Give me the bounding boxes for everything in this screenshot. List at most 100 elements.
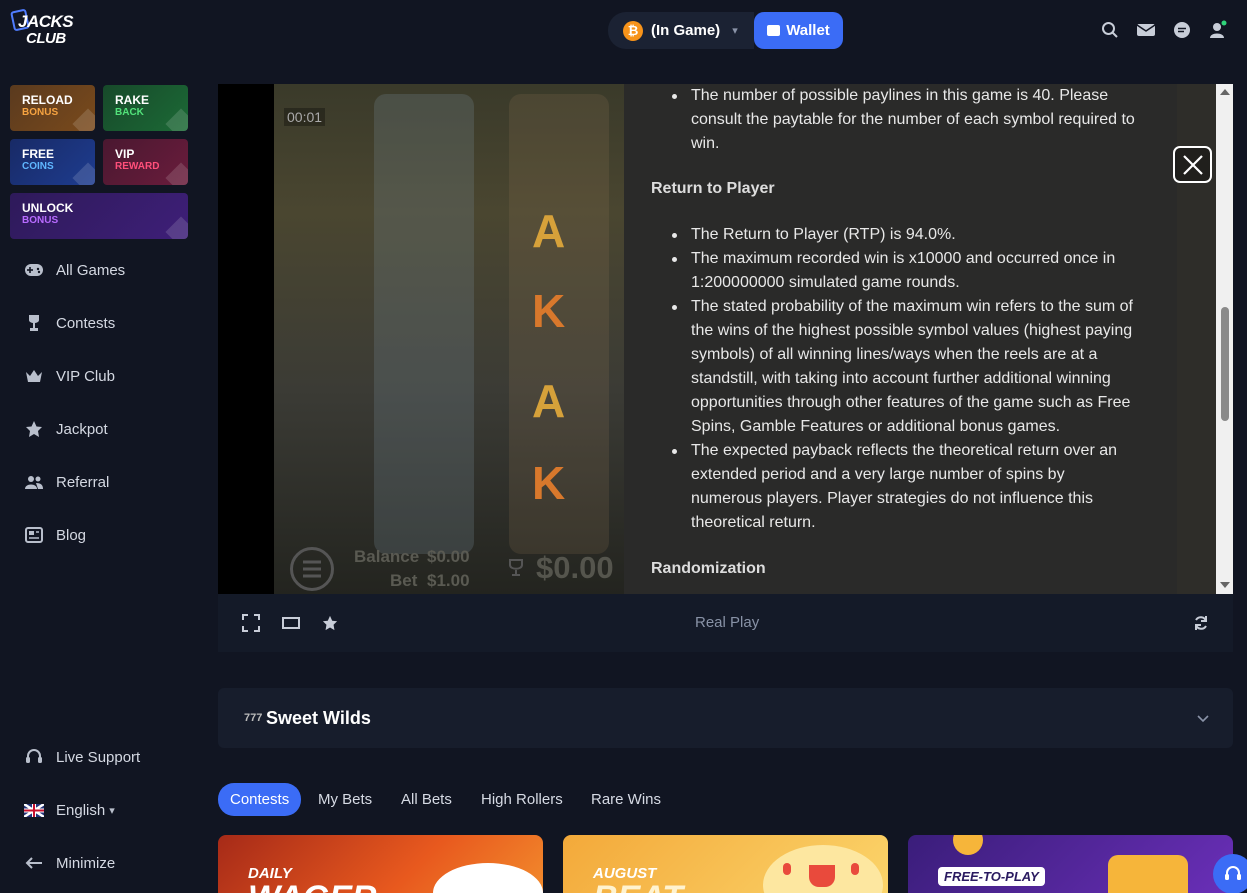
user-icon[interactable] [1207,19,1229,41]
horse-illustration [433,863,543,893]
nav-label: English [56,801,106,819]
slot-symbol: K [532,285,566,337]
slot-game-scene[interactable]: A K A K [274,84,624,594]
rules-bullet: The Return to Player (RTP) is 94.0%. [672,223,1137,247]
nav-vip-club[interactable]: VIP Club [24,366,115,386]
slot-symbol: K [532,457,566,509]
language-selector[interactable]: English ▾ [24,800,115,820]
sidebar: RELOAD BONUS RAKE BACK FREE COINS VIP RE… [0,62,200,893]
tab-contests[interactable]: Contests [218,783,302,816]
tab-rare-wins[interactable]: Rare Wins [579,783,673,816]
card-label: FREE-TO-PLAY [938,867,1045,886]
contest-card-daily-wager[interactable]: DAILY WAGER [218,835,543,893]
trophy-icon [506,558,526,583]
slot-symbol: A [532,375,566,427]
nav-live-support[interactable]: Live Support [24,747,140,767]
mascot-eye [851,863,859,875]
promo-title: RAKE [115,93,150,107]
uk-flag-icon [24,800,44,820]
contest-card-free-to-play[interactable]: FREE-TO-PLAY [908,835,1233,893]
coin-illustration [953,835,983,855]
contest-card-august-beat[interactable]: AUGUST BEAT [563,835,888,893]
theater-mode-icon[interactable] [282,614,300,632]
fullscreen-icon[interactable] [242,614,260,632]
mascot-eye [783,863,791,875]
promo-unlock-bonus[interactable]: UNLOCK BONUS [10,193,188,239]
rules-bullet: The stated probability of the maximum wi… [672,295,1137,439]
promo-title: UNLOCK [22,201,74,215]
reel [374,94,474,554]
mail-icon[interactable] [1135,19,1157,41]
promo-title: VIP [115,147,135,161]
scroll-up-arrow[interactable] [1220,89,1230,95]
nav-label: Minimize [56,854,116,872]
promo-sub: BACK [115,107,144,118]
slot-symbol: A [532,205,566,257]
chevron-down-icon: ▾ [109,804,115,817]
wallet-icon [767,25,781,36]
chat-icon[interactable] [1171,19,1193,41]
nav-label: Referral [56,473,110,491]
game-menu-button[interactable] [290,547,334,591]
promo-reload-bonus[interactable]: RELOAD BONUS [10,85,95,131]
promo-free-coins[interactable]: FREE COINS [10,139,95,185]
rules-heading-randomization: Randomization [651,560,766,577]
game-info-panel[interactable]: 777 Sweet Wilds [218,688,1233,748]
mascot-mouth [809,865,835,887]
chevron-down-icon[interactable] [1197,710,1209,728]
game-title: Sweet Wilds [266,708,371,728]
rules-bullet: The expected payback reflects the theore… [672,439,1137,535]
trophy-illustration [1108,855,1188,893]
tab-my-bets[interactable]: My Bets [306,783,384,816]
jacks-club-logo[interactable]: JACKS CLUB [10,8,74,54]
nav-referral[interactable]: Referral [24,472,109,492]
scroll-down-arrow[interactable] [1220,582,1230,588]
nav-label: All Games [56,261,126,279]
promo-vip-reward[interactable]: VIP REWARD [103,139,188,185]
hud-bet-label: Bet [390,571,418,590]
bitcoin-icon: ₿ [623,20,643,41]
favorite-star-icon[interactable] [321,614,339,632]
live-support-bubble[interactable] [1213,854,1247,893]
rules-bullet: The maximum recorded win is x10000 and o… [672,247,1137,295]
tab-all-bets[interactable]: All Bets [389,783,464,816]
logo-line1: JACKS [18,12,74,31]
promo-rake-back[interactable]: RAKE BACK [103,85,188,131]
close-rules-button[interactable] [1173,146,1212,183]
header-icons [1099,19,1229,41]
headset-icon [1225,866,1241,880]
nav-jackpot[interactable]: Jackpot [24,419,108,439]
hud-win-value: $0.00 [536,550,614,585]
refresh-icon[interactable] [1192,614,1210,632]
wallet-button[interactable]: Wallet [754,12,843,49]
game-frame[interactable]: A K A K 00:01 Balance $0.00 Bet $1.00 $0… [218,84,1233,594]
nav-minimize[interactable]: Minimize [24,853,115,873]
nav-all-games[interactable]: All Games [24,260,125,280]
search-icon[interactable] [1099,19,1121,41]
close-icon [1182,154,1203,175]
scrollbar-thumb[interactable] [1221,307,1229,421]
game-rules-panel[interactable]: The number of possible paylines in this … [624,84,1177,594]
gamepad-icon [24,260,44,280]
promo-title: RELOAD [22,93,73,107]
hud-balance-value: $0.00 [427,547,470,566]
nav-blog[interactable]: Blog [24,525,86,545]
rules-bullet: The number of possible paylines in this … [672,84,1137,156]
card-label-large: BEAT [593,879,683,893]
crown-icon [24,366,44,386]
card-label-large: WAGER [248,879,376,893]
promo-sub: COINS [22,161,54,172]
nav-contests[interactable]: Contests [24,313,115,333]
users-icon [24,472,44,492]
hud-balance-label: Balance [354,547,420,566]
headset-icon [24,747,44,767]
tab-high-rollers[interactable]: High Rollers [469,783,575,816]
top-bar: JACKS CLUB ₿ (In Game) ▾ Wallet [0,0,1247,62]
nav-label: VIP Club [56,367,115,385]
balance-selector[interactable]: ₿ (In Game) ▾ [608,12,754,49]
hud-bet-value: $1.00 [427,571,470,590]
real-play-label[interactable]: Real Play [695,614,759,631]
promo-sub: BONUS [22,107,59,118]
promo-sub: BONUS [22,215,59,226]
slot-777-icon: 777 [244,712,263,724]
